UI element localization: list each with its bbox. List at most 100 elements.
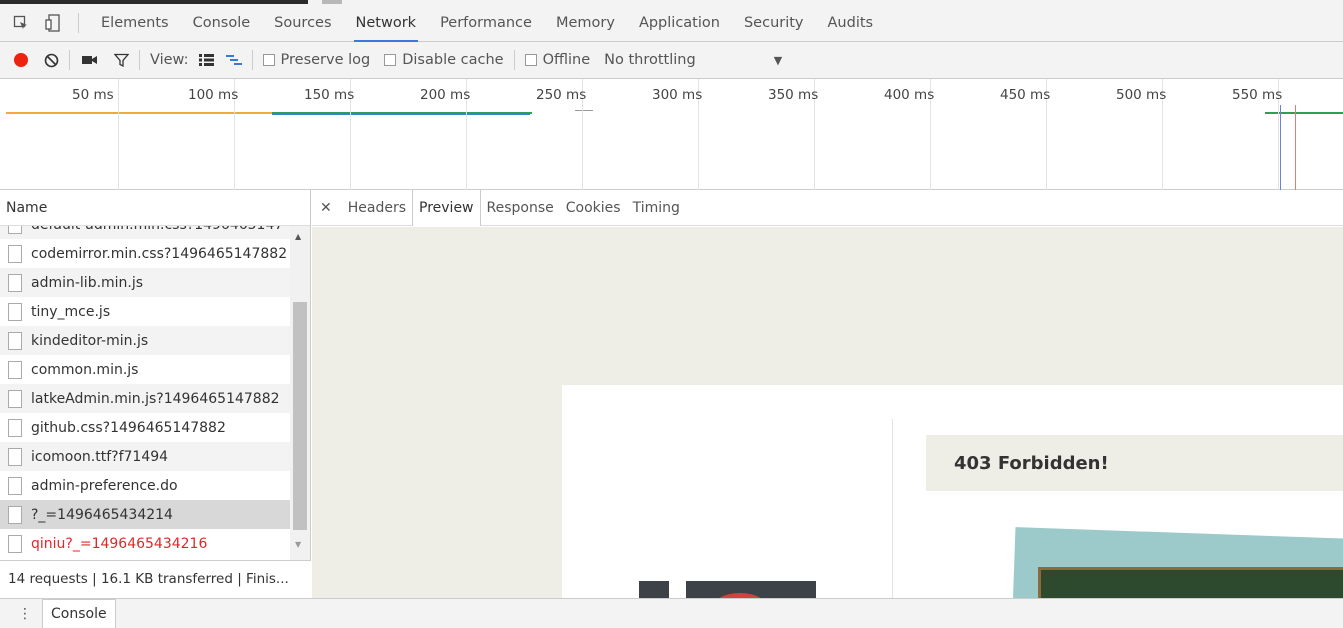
more-options-icon[interactable]: ⋮: [18, 606, 32, 622]
rendered-page: 403 Forbidden!: [562, 385, 1343, 598]
scrollbar-thumb[interactable]: [293, 302, 307, 530]
timeline-overview[interactable]: 50 ms 100 ms 150 ms 200 ms 250 ms 300 ms 350 m…: [0, 79, 1343, 190]
load-event-line: [1295, 105, 1296, 190]
timeline-tick-label: 550 ms: [1232, 87, 1283, 103]
error-title: 403 Forbidden!: [954, 453, 1109, 474]
timeline-tick-label: 450 ms: [1000, 87, 1051, 103]
clear-icon[interactable]: [44, 53, 59, 68]
request-row[interactable]: tiny_mce.js: [0, 297, 290, 326]
request-name: latkeAdmin.min.js?1496465147882: [31, 390, 280, 407]
file-icon: [8, 360, 22, 379]
toolbar-separator: [251, 50, 253, 70]
timeline-tick-label: 400 ms: [884, 87, 935, 103]
record-icon[interactable]: [14, 53, 28, 67]
detail-tab-response[interactable]: Response: [481, 190, 560, 226]
chevron-down-icon: ▼: [773, 53, 783, 67]
tab-application[interactable]: Application: [627, 4, 732, 42]
request-row[interactable]: common.min.js: [0, 355, 290, 384]
request-row[interactable]: qiniu?_=1496465434216: [0, 529, 290, 558]
disable-cache-checkbox[interactable]: Disable cache: [384, 52, 504, 68]
chalkboard-image: [1038, 567, 1343, 598]
timeline-tick-label: 250 ms: [536, 87, 587, 103]
request-list-scrollbar[interactable]: ▲ ▼: [290, 226, 310, 560]
offline-label: Offline: [542, 52, 591, 68]
tab-security[interactable]: Security: [732, 4, 816, 42]
preserve-log-checkbox[interactable]: Preserve log: [262, 52, 371, 68]
timeline-tick-label: 350 ms: [768, 87, 819, 103]
scroll-down-icon[interactable]: ▼: [295, 540, 301, 549]
detail-tab-timing[interactable]: Timing: [627, 190, 686, 226]
devtools-tabbar: Elements Console Sources Network Performance…: [0, 4, 1343, 42]
scroll-up-icon[interactable]: ▲: [295, 232, 301, 241]
panel-tabs: Elements Console Sources Network Performance…: [89, 4, 885, 42]
capture-screenshots-icon[interactable]: [82, 54, 98, 66]
inspect-element-icon[interactable]: [10, 12, 32, 34]
request-name: admin-lib.min.js: [31, 274, 144, 291]
request-name: default-admin.min.css?1496465147: [31, 226, 283, 233]
drawer-tab-console[interactable]: Console: [42, 598, 116, 628]
request-name: admin-preference.do: [31, 477, 178, 494]
request-name: ?_=1496465434214: [31, 506, 173, 523]
timeline-tick-label: 200 ms: [420, 87, 471, 103]
file-icon: [8, 447, 22, 466]
preview-pane: 403 Forbidden!: [312, 227, 1343, 598]
network-toolbar: View: Preserve log Disable cache Offline…: [0, 42, 1343, 79]
toolbar-separator: [69, 50, 70, 70]
page-divider: [892, 419, 893, 598]
timeline-bar-small: [575, 110, 593, 111]
tab-console[interactable]: Console: [181, 4, 263, 42]
timeline-tick-label: 500 ms: [1116, 87, 1167, 103]
request-name: github.css?1496465147882: [31, 419, 226, 436]
file-icon: [8, 389, 22, 408]
offline-box[interactable]: [524, 54, 537, 66]
timeline-tick-label: 150 ms: [304, 87, 355, 103]
request-row[interactable]: codemirror.min.css?1496465147882: [0, 239, 290, 268]
request-name: kindeditor-min.js: [31, 332, 149, 349]
request-row[interactable]: admin-lib.min.js: [0, 268, 290, 297]
request-name: codemirror.min.css?1496465147882: [31, 245, 288, 262]
detail-tab-cookies[interactable]: Cookies: [560, 190, 627, 226]
name-column-header[interactable]: Name: [0, 190, 310, 226]
request-name: icomoon.ttf?f71494: [31, 448, 169, 465]
device-toolbar-icon[interactable]: [42, 12, 64, 34]
timeline-tick-label: 50 ms: [72, 87, 114, 103]
tab-network[interactable]: Network: [344, 4, 429, 42]
tab-performance[interactable]: Performance: [428, 4, 544, 42]
close-icon[interactable]: ✕: [320, 200, 332, 216]
request-row[interactable]: ?_=1496465434214: [0, 500, 290, 529]
file-icon: [8, 226, 22, 234]
tab-sources[interactable]: Sources: [262, 4, 343, 42]
tab-memory[interactable]: Memory: [544, 4, 627, 42]
preserve-log-box[interactable]: [262, 54, 275, 66]
request-row[interactable]: kindeditor-min.js: [0, 326, 290, 355]
request-row[interactable]: admin-preference.do: [0, 471, 290, 500]
page-graphic-block: [639, 581, 669, 598]
request-row[interactable]: github.css?1496465147882: [0, 413, 290, 442]
request-name: common.min.js: [31, 361, 139, 378]
request-list: Name default-admin.min.css?1496465147 cod…: [0, 190, 311, 598]
detail-tab-headers[interactable]: Headers: [342, 190, 412, 226]
timeline-gridline: [118, 79, 119, 190]
tabbar-separator: [78, 12, 79, 33]
file-icon: [8, 273, 22, 292]
request-rows: default-admin.min.css?1496465147 codemirr…: [0, 226, 290, 560]
disable-cache-box[interactable]: [384, 54, 397, 66]
throttling-select[interactable]: No throttling ▼: [604, 52, 782, 68]
large-request-rows-icon[interactable]: [198, 54, 214, 66]
request-row[interactable]: default-admin.min.css?1496465147: [0, 226, 290, 239]
offline-checkbox[interactable]: Offline: [524, 52, 591, 68]
file-icon: [8, 244, 22, 263]
preserve-log-label: Preserve log: [280, 52, 371, 68]
request-name: qiniu?_=1496465434216: [31, 535, 208, 552]
request-row[interactable]: icomoon.ttf?f71494: [0, 442, 290, 471]
timeline-tick-label: 100 ms: [188, 87, 239, 103]
overview-waterfall-icon[interactable]: [225, 54, 242, 66]
detail-tab-preview[interactable]: Preview: [412, 189, 481, 226]
timeline-tick-label: 300 ms: [652, 87, 703, 103]
throttling-value: No throttling: [604, 52, 696, 68]
request-row[interactable]: latkeAdmin.min.js?1496465147882: [0, 384, 290, 413]
tab-elements[interactable]: Elements: [89, 4, 181, 42]
tab-audits[interactable]: Audits: [816, 4, 886, 42]
disable-cache-label: Disable cache: [402, 52, 504, 68]
filter-icon[interactable]: [114, 53, 129, 68]
